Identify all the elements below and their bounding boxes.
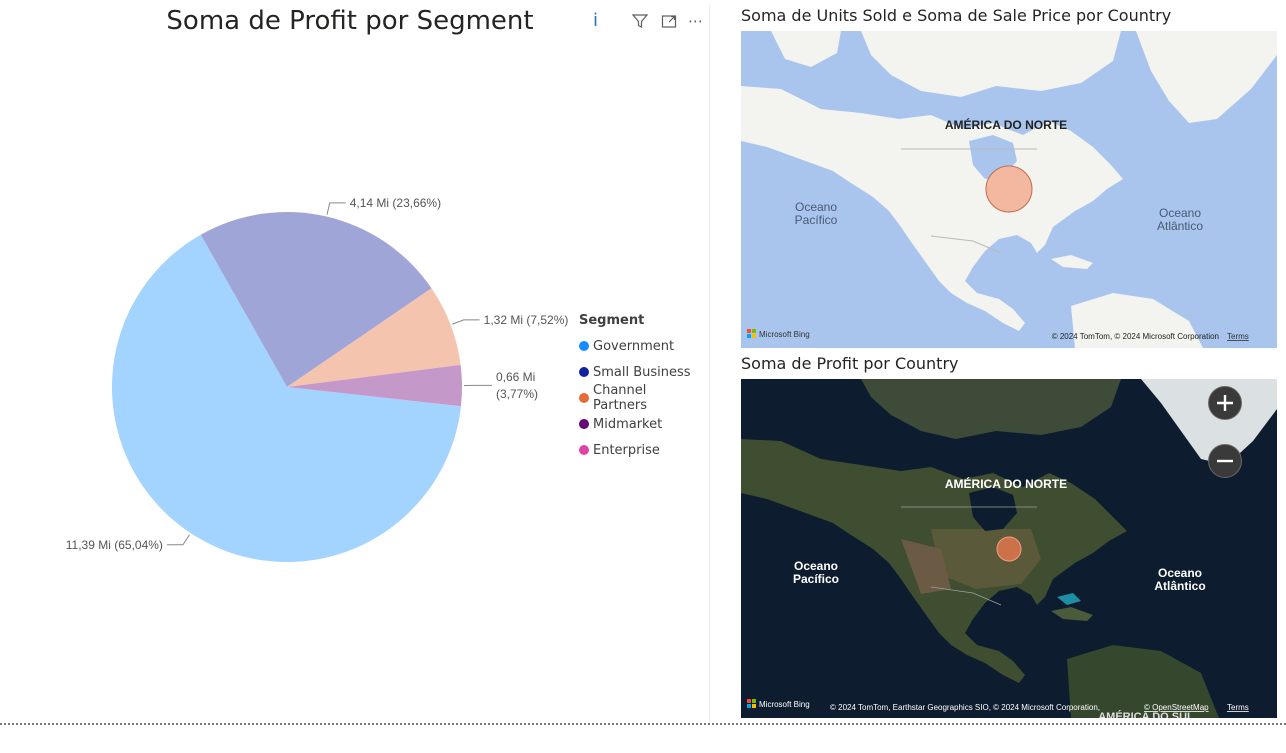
map-copyright: © 2024 TomTom, Earthstar Geographics SIO… <box>830 703 1100 712</box>
legend-dot <box>579 341 589 351</box>
ocean-left-label-2: Pacífico <box>795 213 838 227</box>
ocean-right-label-1: Oceano <box>1159 206 1201 220</box>
legend-title: Segment <box>579 313 645 328</box>
legend-dot <box>579 445 589 455</box>
data-label: 4,14 Mi (23,66%) <box>350 196 441 210</box>
zoom-out-button[interactable] <box>1208 444 1242 478</box>
legend-label: Enterprise <box>593 442 660 458</box>
legend-label: Small Business <box>593 364 691 380</box>
legend-label: Government <box>593 338 675 354</box>
legend-item-channel-partners[interactable]: Channel Partners <box>579 383 704 413</box>
ocean-right-label-2: Atlântico <box>1154 579 1205 593</box>
data-label: 11,39 Mi (65,04%) <box>66 538 163 552</box>
data-label: 1,32 Mi (7,52%) <box>484 313 569 327</box>
leader-line <box>326 202 346 215</box>
terms-link[interactable]: Terms <box>1227 703 1249 712</box>
pie-chart-visual[interactable]: Soma de Profit por Segment i ⋯ 11,39 Mi … <box>0 4 710 722</box>
openstreetmap-link[interactable]: © OpenStreetMap <box>1144 703 1209 712</box>
map-bottom-canvas[interactable]: AMÉRICA DO NORTE Oceano Pacífico Oceano … <box>741 379 1277 718</box>
leader-line <box>452 319 480 325</box>
leader-line <box>166 534 190 546</box>
continent-label: AMÉRICA DO NORTE <box>945 476 1067 491</box>
legend-item-government[interactable]: Government <box>579 333 704 359</box>
legend-dot <box>579 367 589 377</box>
terms-link[interactable]: Terms <box>1227 332 1249 341</box>
legend: Segment Government Small Business Channe… <box>579 313 704 463</box>
plus-icon <box>1217 395 1233 411</box>
country-bubble[interactable] <box>985 165 1033 213</box>
ocean-left-label-1: Oceano <box>795 200 837 214</box>
map-bottom-visual[interactable]: AMÉRICA DO NORTE Oceano Pacífico Oceano … <box>741 379 1277 718</box>
bing-label: Microsoft Bing <box>759 330 810 339</box>
map-bottom-title: Soma de Profit por Country <box>741 354 959 373</box>
legend-label: Channel Partners <box>593 383 648 413</box>
legend-item-midmarket[interactable]: Midmarket <box>579 411 704 437</box>
ocean-left-label-2: Pacífico <box>793 572 839 586</box>
ocean-right-label-2: Atlântico <box>1157 219 1203 233</box>
map-top-title: Soma de Units Sold e Soma de Sale Price … <box>741 6 1172 25</box>
ocean-right-label-1: Oceano <box>1158 566 1202 580</box>
bing-label: Microsoft Bing <box>759 700 810 709</box>
map-top-visual[interactable]: AMÉRICA DO NORTE Oceano Pacífico Oceano … <box>741 31 1277 348</box>
country-bubble[interactable] <box>996 536 1022 562</box>
legend-item-small-business[interactable]: Small Business <box>579 359 704 385</box>
continent-label: AMÉRICA DO NORTE <box>945 117 1067 132</box>
data-label: (3,77%) <box>496 387 538 401</box>
minus-icon <box>1217 459 1233 463</box>
legend-item-enterprise[interactable]: Enterprise <box>579 437 704 463</box>
ocean-left-label-1: Oceano <box>794 559 838 573</box>
page-bottom-divider <box>0 723 1286 725</box>
legend-dot <box>579 419 589 429</box>
map-top-canvas[interactable]: AMÉRICA DO NORTE Oceano Pacífico Oceano … <box>741 31 1277 348</box>
map-copyright: © 2024 TomTom, © 2024 Microsoft Corporat… <box>1052 332 1219 341</box>
data-label: 0,66 Mi <box>496 370 535 384</box>
legend-label: Midmarket <box>593 416 663 432</box>
legend-dot <box>579 393 589 403</box>
zoom-in-button[interactable] <box>1208 386 1242 420</box>
